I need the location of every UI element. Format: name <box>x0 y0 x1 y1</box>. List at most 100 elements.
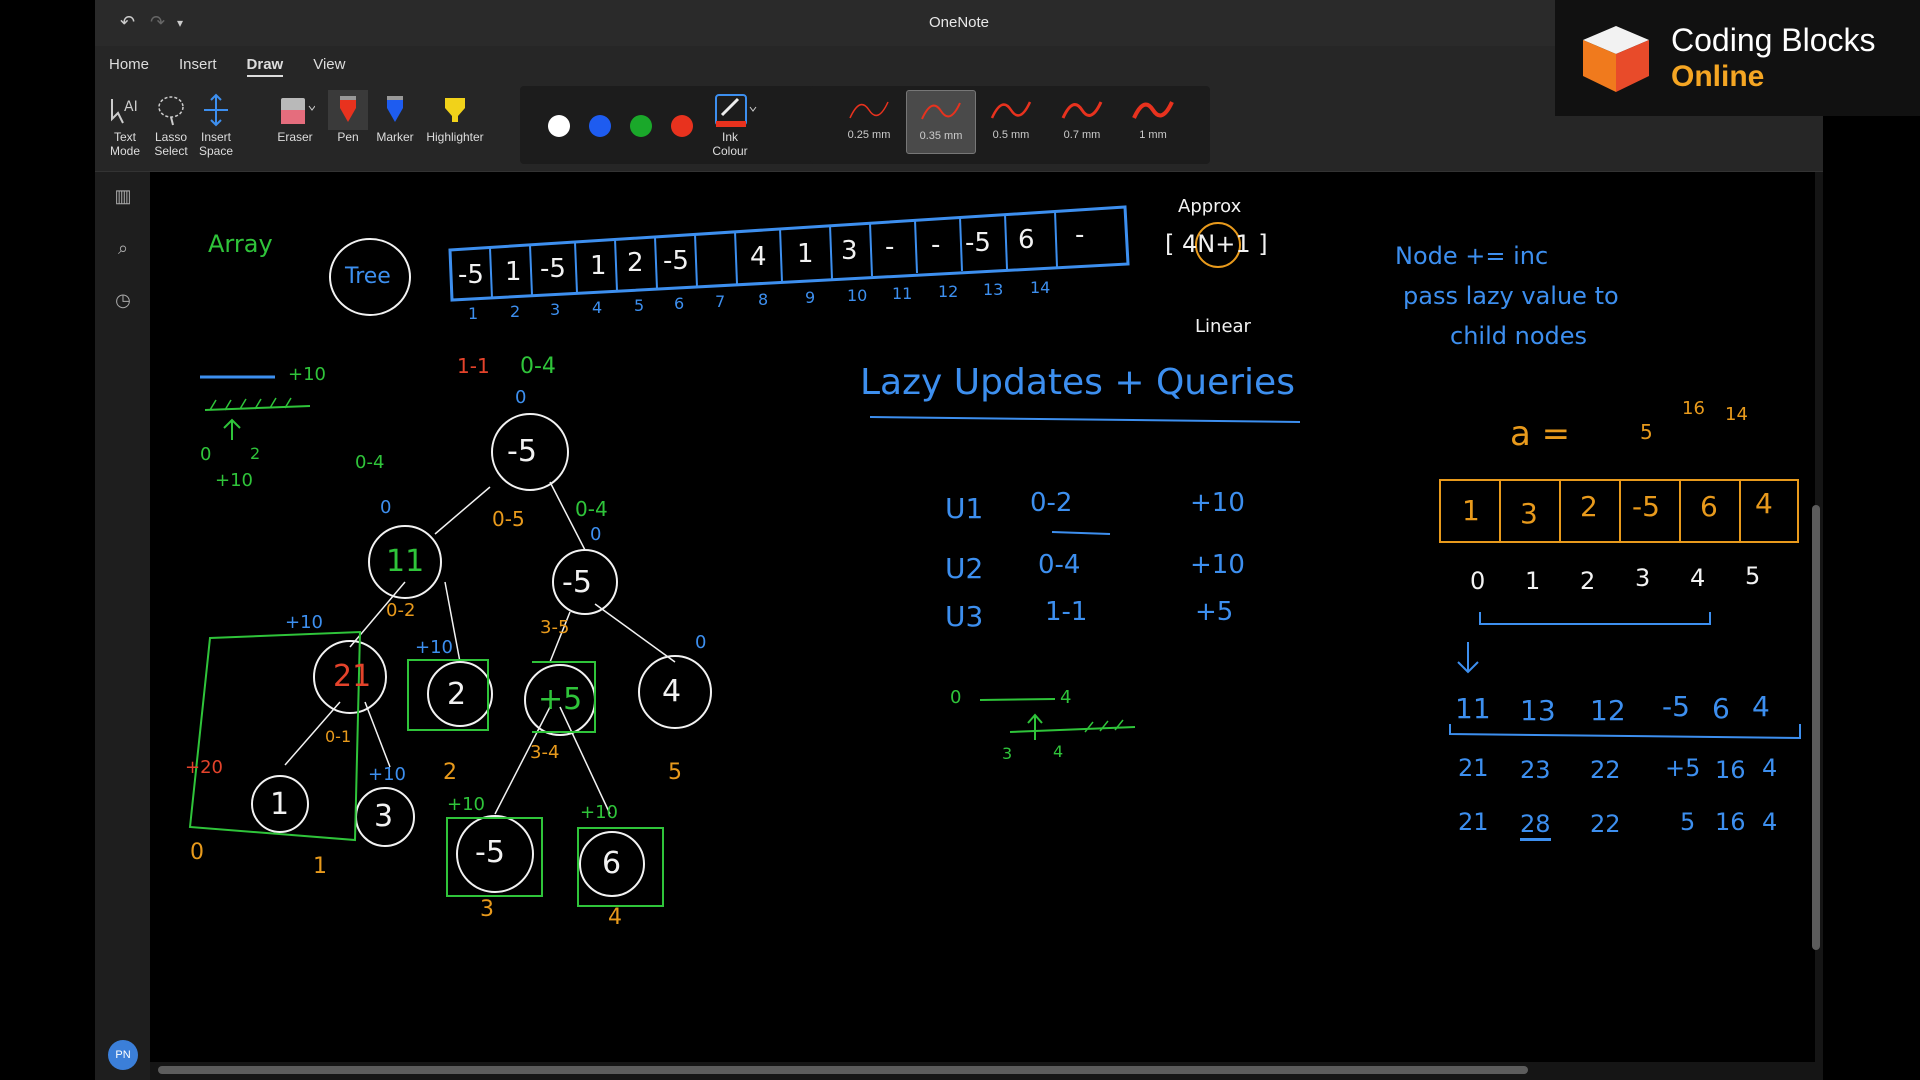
a-index-1: 1 <box>1525 567 1541 595</box>
update-1-id: U1 <box>945 492 984 525</box>
array-index-2: 2 <box>510 302 521 321</box>
tree-node-left: 11 <box>386 544 425 579</box>
array-index-1: 1 <box>468 304 479 323</box>
leaf-index-2: 2 <box>443 760 457 785</box>
lasso-select-button[interactable]: Lasso Select <box>150 90 192 158</box>
array-index-13: 13 <box>983 280 1004 299</box>
color-green[interactable] <box>630 115 652 137</box>
legend-inc: +10 <box>288 364 326 385</box>
brand-line-1: Coding Blocks <box>1671 22 1876 58</box>
update-2-range: 0-4 <box>1038 550 1081 580</box>
history-icon[interactable]: ◷ <box>112 290 134 312</box>
mini-line-bottom-right: 4 <box>1053 742 1064 761</box>
color-white[interactable] <box>548 115 570 137</box>
color-red[interactable] <box>671 115 693 137</box>
array-cell-3: -5 <box>540 254 566 284</box>
page-heading: Lazy Updates + Queries <box>860 362 1295 403</box>
array-cell-12: -5 <box>965 228 991 258</box>
text-mode-button[interactable]: AI Text Mode <box>105 90 145 158</box>
notebooks-icon[interactable]: ▥ <box>112 186 134 208</box>
array-index-8: 8 <box>758 290 769 309</box>
tab-view[interactable]: View <box>313 56 345 77</box>
plus10-e: +10 <box>580 802 618 823</box>
leaf-index-3: 3 <box>480 897 494 922</box>
a-cell-0: 1 <box>1462 494 1480 527</box>
array-cell-6: -5 <box>663 246 689 276</box>
leaf-index-5: 5 <box>668 760 682 785</box>
a-row2-3: +5 <box>1665 754 1701 782</box>
marker-button[interactable]: Marker <box>375 90 415 144</box>
tab-home[interactable]: Home <box>109 56 149 77</box>
array-cell-13: 6 <box>1018 225 1035 255</box>
update-3-id: U3 <box>945 600 984 633</box>
a-index-4: 4 <box>1690 564 1706 592</box>
array-index-5: 5 <box>634 296 645 315</box>
a-index-3: 3 <box>1635 564 1651 592</box>
thickness-1[interactable]: 1 mm <box>1119 90 1187 152</box>
avatar[interactable]: PN <box>108 1040 138 1070</box>
a-row2-5: 4 <box>1762 754 1778 782</box>
highlighter-button[interactable]: Highlighter <box>420 90 490 144</box>
a-row1-1: 13 <box>1520 694 1556 727</box>
thickness-0-5[interactable]: 0.5 mm <box>977 90 1045 152</box>
legend-lazy-plus: +10 <box>215 470 253 491</box>
array-index-6: 6 <box>674 294 685 313</box>
a-row1-4: 6 <box>1712 692 1730 725</box>
insert-space-button[interactable]: Insert Space <box>195 90 237 158</box>
horizontal-scrollbar[interactable] <box>158 1066 1528 1074</box>
range-3-5: 3-5 <box>540 617 570 638</box>
vertical-scrollbar[interactable] <box>1812 505 1820 950</box>
plus10-c: +10 <box>368 764 406 785</box>
array-cell-5: 2 <box>627 248 644 278</box>
left-sidebar: ▥ ⌕ ◷ <box>95 172 150 1080</box>
plus10-d: +10 <box>447 794 485 815</box>
plus10-b: +10 <box>415 637 453 658</box>
array-cell-8: 1 <box>797 239 814 269</box>
a-index-2: 2 <box>1580 567 1596 595</box>
legend-lazy: 0 <box>200 444 212 465</box>
node-note-3: child nodes <box>1450 322 1588 350</box>
a-label: a = <box>1510 414 1571 454</box>
range-0-1: 0-1 <box>325 727 352 746</box>
color-blue[interactable] <box>589 115 611 137</box>
node-note-1: Node += inc <box>1395 242 1549 270</box>
update-2-inc: +10 <box>1190 550 1245 580</box>
tree-leaf-3: -5 <box>475 835 505 870</box>
eraser-button[interactable]: Eraser <box>270 90 320 144</box>
leaf-index-1: 1 <box>313 854 327 879</box>
a-index-0: 0 <box>1470 567 1486 595</box>
array-index-14: 14 <box>1030 278 1051 297</box>
search-icon[interactable]: ⌕ <box>112 238 134 260</box>
a-cell-5: 4 <box>1755 487 1773 520</box>
node-note-2: pass lazy value to <box>1403 282 1619 310</box>
tab-insert[interactable]: Insert <box>179 56 217 77</box>
thickness-0-25[interactable]: 0.25 mm <box>835 90 903 152</box>
array-cell-1: -5 <box>458 260 484 290</box>
a-row3-0: 21 <box>1458 808 1489 836</box>
ink-colour-icon <box>705 90 765 130</box>
a-index-5: 5 <box>1745 562 1761 590</box>
tree-node-right-left: +5 <box>538 682 583 717</box>
root-range-top2: 0-4 <box>520 354 556 379</box>
a-row2-4: 16 <box>1715 756 1746 784</box>
a-row3-4: 16 <box>1715 808 1746 836</box>
thickness-0-7[interactable]: 0.7 mm <box>1048 90 1116 152</box>
note-canvas[interactable]: Array Tree -5 1 -5 1 2 -5 4 1 3 - - -5 6… <box>150 172 1815 1062</box>
linear-label: Linear <box>1195 316 1251 337</box>
marker-icon <box>375 90 415 130</box>
lasso-icon <box>150 90 192 130</box>
pen-button[interactable]: Pen <box>328 90 368 144</box>
a-row2-2: 22 <box>1590 756 1621 784</box>
a-update-1: 5 <box>1640 420 1653 444</box>
ink-colour-button[interactable]: Ink Colour <box>705 90 765 158</box>
a-row1-5: 4 <box>1752 690 1770 723</box>
a-row3-3: 5 <box>1680 808 1696 836</box>
range-0-4-left: 0-4 <box>355 452 385 473</box>
left-lazy: 0 <box>380 497 392 518</box>
tab-draw[interactable]: Draw <box>246 56 284 77</box>
lazy-0-rr: 0 <box>695 632 707 653</box>
thickness-0-35[interactable]: 0.35 mm <box>906 90 976 154</box>
a-update-3: 14 <box>1725 404 1748 425</box>
plus10-a: +10 <box>285 612 323 633</box>
array-cell-4: 1 <box>590 251 607 281</box>
